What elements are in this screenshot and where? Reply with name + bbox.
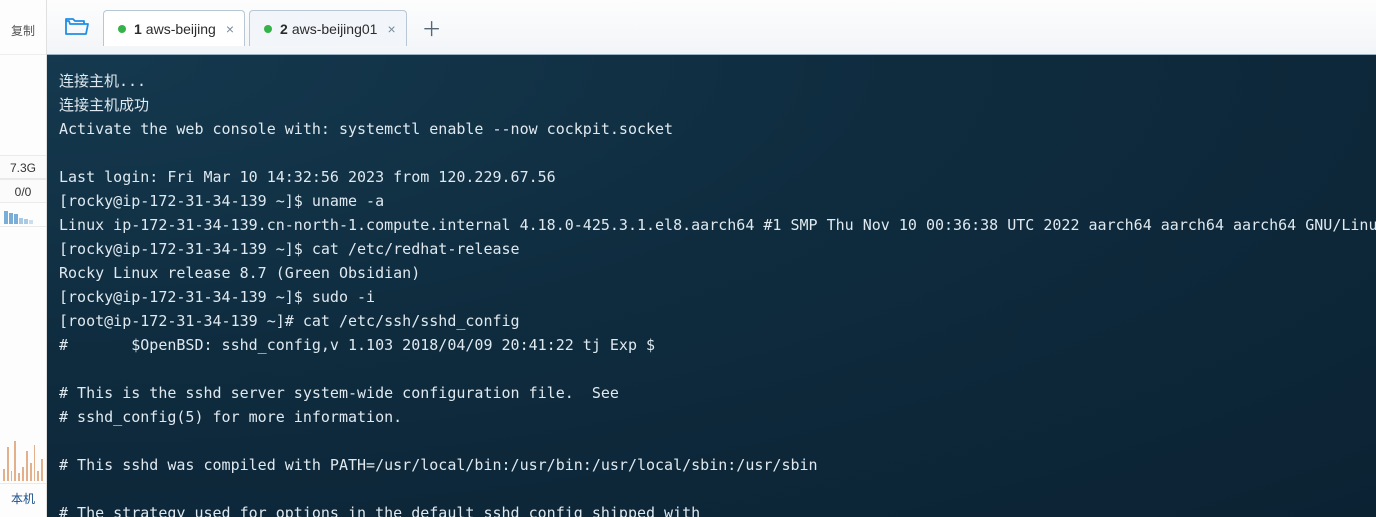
sidebar: 复制 7.3G 0/0 本机 <box>0 0 47 517</box>
tab-index: 2 <box>280 21 288 37</box>
close-icon[interactable]: × <box>226 22 234 36</box>
sparkline-icon <box>0 429 46 483</box>
sidebar-spacer <box>0 55 46 155</box>
tab-index: 1 <box>134 21 142 37</box>
new-tab-button[interactable]: ＋ <box>417 12 447 42</box>
close-icon[interactable]: × <box>387 22 395 36</box>
mini-usage-bars <box>0 203 46 227</box>
host-label[interactable]: 本机 <box>0 483 46 513</box>
open-folder-button[interactable] <box>55 11 99 43</box>
plus-icon: ＋ <box>422 13 442 42</box>
main-area: 1 aws-beijing × 2 aws-beijing01 × ＋ 连接主机… <box>47 0 1376 517</box>
folder-open-icon <box>65 17 89 37</box>
tab-title: aws-beijing01 <box>292 21 378 37</box>
stat-disk: 7.3G <box>0 155 46 179</box>
stat-io: 0/0 <box>0 179 46 203</box>
tab-bar: 1 aws-beijing × 2 aws-beijing01 × ＋ <box>47 0 1376 55</box>
status-dot-icon <box>264 25 272 33</box>
status-dot-icon <box>118 25 126 33</box>
tab-aws-beijing[interactable]: 1 aws-beijing × <box>103 10 245 46</box>
copy-button[interactable]: 复制 <box>0 0 46 55</box>
mini-chart-area: 本机 <box>0 227 46 517</box>
tab-title: aws-beijing <box>146 21 216 37</box>
tab-aws-beijing01[interactable]: 2 aws-beijing01 × <box>249 10 407 46</box>
terminal-output[interactable]: 连接主机... 连接主机成功 Activate the web console … <box>47 55 1376 517</box>
